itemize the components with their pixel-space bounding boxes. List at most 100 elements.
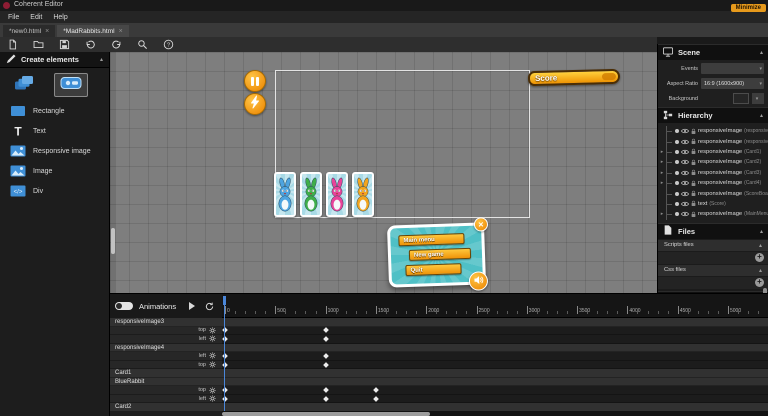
keyframe-diamond[interactable] xyxy=(373,396,379,402)
track-prop-cell[interactable]: top xyxy=(110,327,222,336)
design-canvas[interactable]: Score Main menuNew gameQuit × xyxy=(110,52,657,293)
track-prop-cell[interactable]: top xyxy=(110,361,222,370)
menu-file[interactable]: File xyxy=(8,14,19,21)
main-menu-popup-element[interactable]: Main menuNew gameQuit × xyxy=(387,222,486,287)
expand-icon[interactable]: ▸ xyxy=(660,180,664,186)
save-button[interactable] xyxy=(58,39,70,51)
visibility-eye-icon[interactable] xyxy=(681,191,689,197)
aspect-ratio-dropdown[interactable]: 16:9 (1600x900) ▾ xyxy=(701,78,764,89)
track-group-Card2[interactable]: Card2 xyxy=(110,403,768,411)
popup-sound-button[interactable] xyxy=(469,271,489,291)
expand-icon[interactable]: ▸ xyxy=(660,170,664,176)
lock-icon[interactable] xyxy=(691,180,696,187)
expand-icon[interactable]: ▸ xyxy=(660,159,664,165)
collapse-icon[interactable]: ▴ xyxy=(760,112,763,119)
menu-help[interactable]: Help xyxy=(53,14,67,21)
card-element-4[interactable] xyxy=(352,172,374,217)
expand-icon[interactable]: ▸ xyxy=(660,149,664,155)
files-section-scripts-files[interactable]: Scripts files▴ xyxy=(658,240,768,251)
play-icon[interactable] xyxy=(189,302,195,310)
card-element-3[interactable] xyxy=(326,172,348,217)
keyframe-diamond[interactable] xyxy=(373,387,379,393)
close-icon[interactable]: × xyxy=(45,28,49,35)
animations-toggle[interactable] xyxy=(115,302,133,310)
files-panel-header[interactable]: Files ▴ xyxy=(658,223,768,239)
popup-button-main-menu[interactable]: Main menu xyxy=(398,233,464,246)
track-group-Card1[interactable]: Card1 xyxy=(110,369,768,378)
tab-widgets[interactable] xyxy=(54,73,88,97)
keyframe-diamond[interactable] xyxy=(323,327,329,333)
pause-button-element[interactable] xyxy=(244,70,266,92)
hierarchy-panel-header[interactable]: Hierarchy ▴ xyxy=(658,107,768,123)
collapse-icon[interactable]: ▴ xyxy=(760,49,763,56)
visibility-eye-icon[interactable] xyxy=(681,159,689,165)
scrollbar-handle[interactable] xyxy=(111,228,115,254)
track-prop-cell[interactable]: left xyxy=(110,352,222,361)
add-file-button[interactable]: + xyxy=(755,278,764,287)
lock-icon[interactable] xyxy=(691,128,696,135)
card-element-2[interactable] xyxy=(300,172,322,217)
track-prop-cell[interactable]: left xyxy=(110,335,222,344)
new-file-button[interactable] xyxy=(6,39,18,51)
hierarchy-item-8[interactable]: ▸responsiveImage(MainMenu) xyxy=(658,209,768,219)
visibility-eye-icon[interactable] xyxy=(681,149,689,155)
popup-close-icon[interactable]: × xyxy=(474,217,488,231)
keyframe-diamond[interactable] xyxy=(323,362,329,368)
track-group-responsiveImage4[interactable]: responsiveImage4 xyxy=(110,344,768,353)
tab-shapes[interactable] xyxy=(8,73,42,97)
visibility-eye-icon[interactable] xyxy=(681,128,689,134)
hierarchy-item-5[interactable]: ▸responsiveImage(Card4) xyxy=(658,178,768,188)
hierarchy-item-2[interactable]: ▸responsiveImage(Card1) xyxy=(658,147,768,157)
visibility-eye-icon[interactable] xyxy=(681,139,689,145)
lock-icon[interactable] xyxy=(691,138,696,145)
redo-button[interactable] xyxy=(110,39,122,51)
search-button[interactable] xyxy=(136,39,148,51)
track-lane[interactable] xyxy=(222,361,768,370)
visibility-eye-icon[interactable] xyxy=(681,180,689,186)
timeline-horizontal-scrollbar[interactable] xyxy=(222,411,768,416)
visibility-eye-icon[interactable] xyxy=(681,201,689,207)
hierarchy-item-0[interactable]: responsiveImage(responsiveImage3) xyxy=(658,126,768,136)
visibility-eye-icon[interactable] xyxy=(681,170,689,176)
gear-icon[interactable] xyxy=(209,352,216,359)
keyframe-diamond[interactable] xyxy=(323,353,329,359)
document-tab-0[interactable]: *new0.html× xyxy=(3,25,55,37)
card-element-1[interactable] xyxy=(274,172,296,217)
gear-icon[interactable] xyxy=(209,395,216,402)
canvas-vertical-scrollbar[interactable] xyxy=(110,52,116,293)
track-lane[interactable] xyxy=(222,395,768,404)
lock-icon[interactable] xyxy=(691,211,696,218)
keyframe-diamond[interactable] xyxy=(323,396,329,402)
create-item-text[interactable]: TText xyxy=(0,121,109,141)
gear-icon[interactable] xyxy=(209,327,216,334)
score-board-element[interactable]: Score xyxy=(528,69,620,86)
lock-icon[interactable] xyxy=(691,190,696,197)
track-lane[interactable] xyxy=(222,335,768,344)
collapse-icon[interactable]: ▴ xyxy=(759,267,762,274)
track-lane[interactable] xyxy=(222,386,768,395)
lock-icon[interactable] xyxy=(691,200,696,207)
track-lane[interactable] xyxy=(222,352,768,361)
create-item-div[interactable]: </>Div xyxy=(0,181,109,201)
undo-button[interactable] xyxy=(84,39,96,51)
lock-icon[interactable] xyxy=(691,148,696,155)
gear-icon[interactable] xyxy=(209,361,216,368)
events-dropdown[interactable]: ▾ xyxy=(701,63,764,74)
background-color-swatch[interactable] xyxy=(733,93,749,104)
lock-icon[interactable] xyxy=(691,169,696,176)
menu-edit[interactable]: Edit xyxy=(30,14,42,21)
expand-icon[interactable]: ▸ xyxy=(660,211,664,217)
timeline-playhead[interactable] xyxy=(224,296,225,411)
create-item-rectangle[interactable]: Rectangle xyxy=(0,101,109,121)
hierarchy-item-3[interactable]: ▸responsiveImage(Card2) xyxy=(658,157,768,167)
collapse-icon[interactable]: ▴ xyxy=(100,56,103,63)
collapse-icon[interactable]: ▴ xyxy=(760,228,763,235)
track-prop-cell[interactable]: top xyxy=(110,386,222,395)
background-dropdown[interactable]: ▾ xyxy=(752,93,764,104)
track-group-responsiveImage3[interactable]: responsiveImage3 xyxy=(110,318,768,327)
hierarchy-item-7[interactable]: text(Score) xyxy=(658,199,768,209)
files-section-css-files[interactable]: Css files▴ xyxy=(658,265,768,276)
track-lane[interactable] xyxy=(222,327,768,336)
lock-icon[interactable] xyxy=(691,159,696,166)
add-file-button[interactable]: + xyxy=(755,253,764,262)
